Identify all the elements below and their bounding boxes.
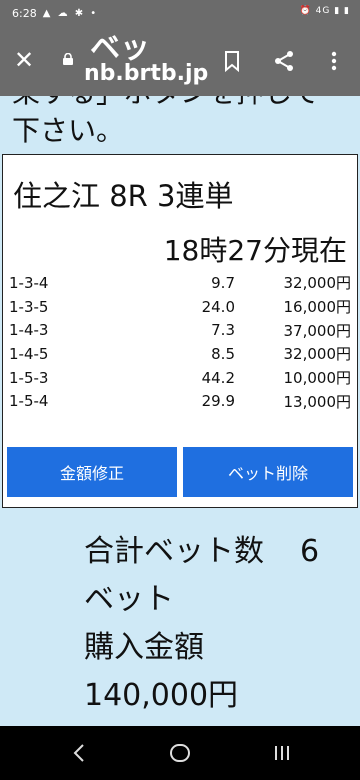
bet-odds: 8.5 xyxy=(211,344,235,363)
bet-count-unit: ベット xyxy=(84,582,174,617)
bet-odds: 24.0 xyxy=(201,297,235,316)
bet-amount: 32,000円 xyxy=(283,274,352,293)
table-row: 1-3-4 9.7 32,000円 xyxy=(9,271,351,295)
instruction-text: 果する」ボタンを押して 下さい。 xyxy=(12,96,319,150)
table-row: 1-3-5 24.0 16,000円 xyxy=(9,295,351,319)
bet-amount: 10,000円 xyxy=(283,369,352,388)
back-icon[interactable] xyxy=(70,741,90,765)
lock-icon xyxy=(63,53,73,65)
table-row: 1-5-4 29.9 13,000円 xyxy=(9,389,351,413)
status-bar: 6:28 ▲ ☁ ✱ • ⏰ 4G ▮ ▮ xyxy=(0,0,360,26)
home-icon[interactable] xyxy=(168,741,192,765)
bet-odds: 9.7 xyxy=(211,273,235,292)
table-row: 1-4-5 8.5 32,000円 xyxy=(9,342,351,366)
as-of-time: 18時27分現在 xyxy=(163,234,347,267)
bet-combo: 1-3-5 xyxy=(9,297,49,316)
status-time: 6:28 xyxy=(12,6,37,20)
page-content: 果する」ボタンを押して 下さい。 住之江 8R 3連単 18時27分現在 1-3… xyxy=(0,96,360,726)
more-vertical-icon[interactable] xyxy=(322,49,346,73)
bet-odds: 7.3 xyxy=(211,321,235,340)
bet-amount: 16,000円 xyxy=(283,298,352,317)
purchase-amount-label: 購入金額 xyxy=(84,630,204,665)
bet-combo: 1-4-5 xyxy=(9,344,49,363)
share-icon[interactable] xyxy=(272,49,296,73)
bet-odds: 29.9 xyxy=(201,392,235,411)
race-title: 住之江 8R 3連単 xyxy=(13,179,234,213)
bet-amount: 32,000円 xyxy=(283,345,352,364)
recent-apps-icon[interactable] xyxy=(272,741,292,765)
bookmark-icon[interactable] xyxy=(220,49,244,73)
url-text[interactable]: nb.brtb.jp xyxy=(84,60,208,88)
browser-toolbar: ✕ ベッ nb.brtb.jp xyxy=(0,26,360,96)
bet-table: 1-3-4 9.7 32,000円 1-3-5 24.0 16,000円 1-4… xyxy=(9,271,351,413)
instruction-line-1: 果する」ボタンを押して xyxy=(12,96,319,112)
system-nav-bar xyxy=(0,726,360,780)
edit-amount-button[interactable]: 金額修正 xyxy=(7,447,177,497)
delete-bet-button[interactable]: ベット削除 xyxy=(183,447,353,497)
bet-card: 住之江 8R 3連単 18時27分現在 1-3-4 9.7 32,000円 1-… xyxy=(2,154,358,508)
bet-summary: 合計ベット数 6 ベット 購入金額 140,000円 xyxy=(84,528,354,720)
bet-combo: 1-5-3 xyxy=(9,368,49,387)
bet-combo: 1-4-3 xyxy=(9,321,49,340)
purchase-amount-value: 140,000円 xyxy=(84,678,239,713)
status-notification-icons: ▲ ☁ ✱ • xyxy=(42,7,99,19)
bet-amount: 37,000円 xyxy=(283,321,352,340)
bet-combo: 1-3-4 xyxy=(9,273,49,292)
bet-count-label: 合計ベット数 xyxy=(84,534,264,569)
status-system-icons: ⏰ 4G ▮ ▮ xyxy=(299,6,350,16)
table-row: 1-4-3 7.3 37,000円 xyxy=(9,318,351,342)
close-icon[interactable]: ✕ xyxy=(14,46,34,74)
bet-combo: 1-5-4 xyxy=(9,392,49,411)
bet-count-line: 合計ベット数 6 xyxy=(84,528,354,576)
instruction-line-2: 下さい。 xyxy=(12,114,125,147)
bet-odds: 44.2 xyxy=(201,368,235,387)
table-row: 1-5-3 44.2 10,000円 xyxy=(9,366,351,390)
bet-amount: 13,000円 xyxy=(283,392,352,411)
bet-count-value: 6 xyxy=(300,534,320,569)
